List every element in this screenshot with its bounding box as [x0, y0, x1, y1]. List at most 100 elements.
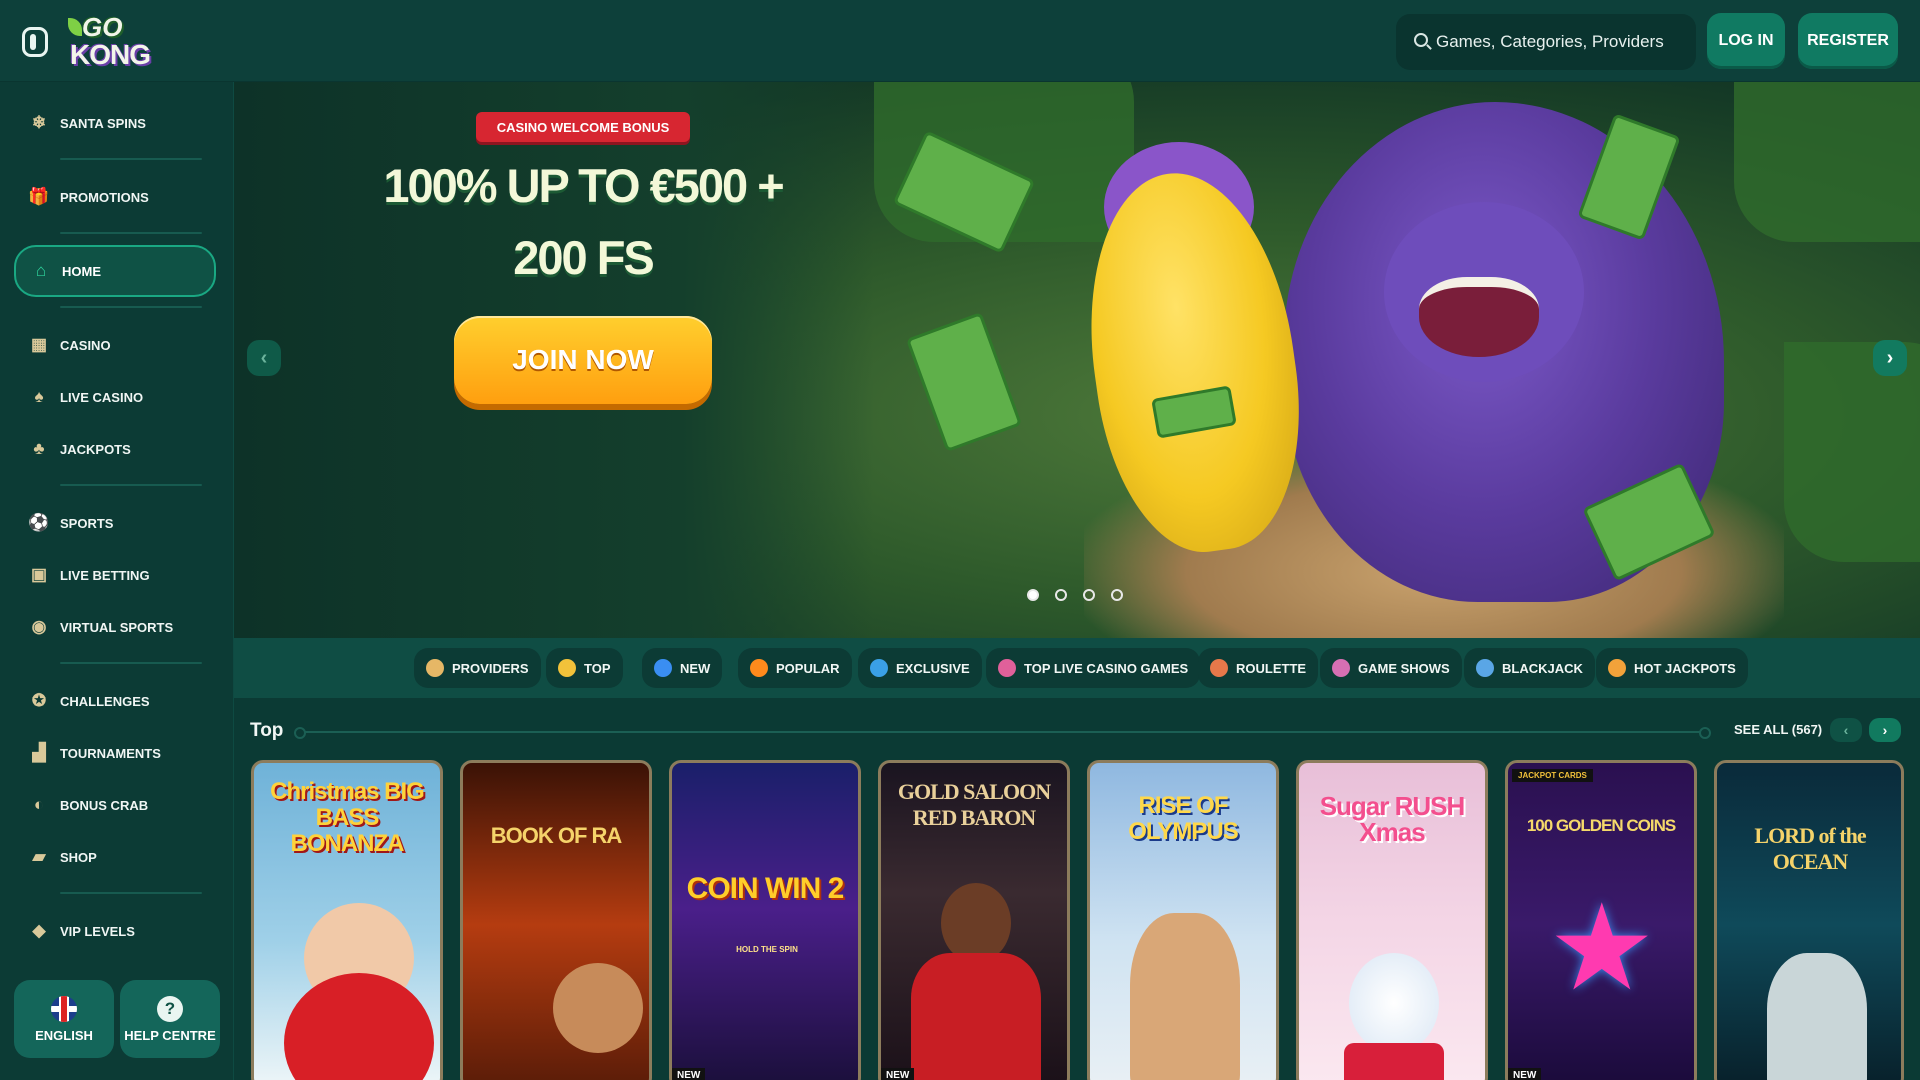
hero-prev-arrow-icon[interactable]: ‹ [247, 340, 281, 376]
bag-icon: ▰ [32, 847, 46, 866]
search-icon [1414, 33, 1428, 47]
category-label: PROVIDERS [452, 660, 529, 676]
jungle-leaf [1734, 82, 1920, 242]
category-label: ROULETTE [1236, 660, 1307, 676]
game-title: BOOK OF RA [490, 823, 623, 848]
game-card-lord-of-the-ocean[interactable]: LORD of the OCEAN [1714, 760, 1904, 1080]
zeus-character [1130, 913, 1240, 1080]
logo-text-bottom: KONG [70, 39, 151, 70]
category-new[interactable]: NEW [642, 648, 723, 688]
category-top[interactable]: TOP [546, 648, 623, 688]
sidebar-item-label: SANTA SPINS [60, 115, 146, 131]
sidebar-item-santa-spins[interactable]: ❄ SANTA SPINS [14, 101, 216, 145]
category-label: TOP [584, 660, 611, 676]
sidebar-item-label: JACKPOTS [60, 441, 131, 457]
gorilla-mouth [1419, 277, 1539, 357]
category-hot-jackpots[interactable]: HOT JACKPOTS [1596, 648, 1748, 688]
hero-next-arrow-icon[interactable]: › [1873, 340, 1907, 376]
live-icon: ▣ [30, 565, 48, 584]
sidebar-item-live-betting[interactable]: ▣ LIVE BETTING [14, 553, 216, 597]
sidebar-toggle-icon[interactable] [22, 27, 48, 57]
sidebar-item-home[interactable]: ⌂ HOME [14, 245, 216, 297]
new-badge: NEW [881, 1068, 915, 1080]
money-bill [905, 311, 1023, 453]
game-card-coin-win-2[interactable]: COIN WIN 2 HOLD THE SPIN NEW [669, 760, 861, 1080]
sidebar-item-casino[interactable]: ▦ CASINO [14, 323, 216, 367]
category-exclusive[interactable]: EXCLUSIVE [858, 648, 982, 688]
top-header: GO KONG LOG IN REGISTER [0, 0, 1920, 82]
sidebar-divider [60, 158, 202, 160]
category-label: NEW [680, 660, 711, 676]
sidebar-item-challenges[interactable]: ✪ CHALLENGES [14, 679, 216, 723]
language-selector-button[interactable]: ENGLISH [14, 980, 114, 1058]
search-box[interactable] [1396, 14, 1696, 70]
sidebar-item-virtual-sports[interactable]: ◉ VIRTUAL SPORTS [14, 605, 216, 649]
category-game-shows[interactable]: GAME SHOWS [1320, 648, 1462, 688]
sidebar: ❄ SANTA SPINS 🎁 PROMOTIONS ⌂ HOME ▦ CASINO ♠… [0, 82, 234, 1080]
sidebar-item-label: SHOP [60, 849, 97, 865]
category-blackjack[interactable]: BLACKJACK [1464, 648, 1595, 688]
help-centre-button[interactable]: ? HELP CENTRE [120, 980, 220, 1058]
game-card-sugar-rush-xmas[interactable]: Sugar RUSH Xmas [1296, 760, 1488, 1080]
virtual-icon: ◉ [31, 617, 47, 636]
sidebar-item-tournaments[interactable]: ▟ TOURNAMENTS [14, 731, 216, 775]
game-title: Sugar RUSH Xmas [1319, 791, 1466, 847]
scroll-icon [426, 659, 444, 677]
slide-dot[interactable] [1111, 589, 1123, 601]
question-icon: ? [157, 995, 183, 1022]
hero-title: 100% UP TO €500 + 200 FS [383, 159, 784, 284]
sidebar-item-label: PROMOTIONS [60, 189, 149, 205]
sidebar-item-promotions[interactable]: 🎁 PROMOTIONS [14, 175, 216, 219]
sidebar-item-sports[interactable]: ⚽ SPORTS [14, 501, 216, 545]
game-card-100-golden-coins[interactable]: JACKPOT CARDS 100 GOLDEN COINS ★ NEW [1505, 760, 1697, 1080]
pot-icon [1608, 659, 1626, 677]
game-title: COIN WIN 2 [686, 872, 845, 905]
snowflake-icon: ❄ [31, 113, 47, 132]
see-all-link[interactable]: SEE ALL (567) [1734, 722, 1822, 737]
sidebar-item-jackpots[interactable]: ♣ JACKPOTS [14, 427, 216, 471]
explorer-character [553, 963, 643, 1053]
sidebar-item-shop[interactable]: ▰ SHOP [14, 835, 216, 879]
register-button[interactable]: REGISTER [1798, 13, 1898, 69]
welcome-bonus-tag: CASINO WELCOME BONUS [476, 112, 690, 142]
sidebar-item-label: CHALLENGES [60, 693, 150, 709]
sidebar-item-label: CASINO [60, 337, 111, 353]
sidebar-divider [60, 306, 202, 308]
sidebar-item-label: VIRTUAL SPORTS [60, 619, 174, 635]
category-popular[interactable]: POPULAR [738, 648, 852, 688]
category-top-live-casino[interactable]: TOP LIVE CASINO GAMES [986, 648, 1201, 688]
category-providers[interactable]: PROVIDERS [414, 648, 541, 688]
category-roulette[interactable]: ROULETTE [1198, 648, 1319, 688]
search-input[interactable] [1436, 14, 1686, 70]
jackpot-cards-badge: JACKPOT CARDS [1512, 769, 1593, 782]
gift-icon: 🎁 [28, 187, 50, 206]
uk-flag-icon [51, 995, 77, 1022]
sidebar-item-live-casino[interactable]: ♠ LIVE CASINO [14, 375, 216, 419]
sidebar-divider [60, 662, 202, 664]
gumball-base [1344, 1043, 1444, 1080]
slide-dot[interactable] [1027, 589, 1039, 601]
category-bar: PROVIDERS TOP NEW POPULAR EXCLUSIVE TOP … [234, 638, 1920, 698]
sidebar-item-label: VIP LEVELS [60, 923, 135, 939]
games-next-arrow-icon[interactable]: › [1869, 718, 1901, 742]
logo-leaf-icon [68, 18, 82, 36]
sidebar-item-vip-levels[interactable]: ◆ VIP LEVELS [14, 909, 216, 953]
games-prev-arrow-icon[interactable]: ‹ [1830, 718, 1862, 742]
dealer-face [941, 883, 1011, 963]
gokong-logo[interactable]: GO KONG [68, 12, 151, 70]
sidebar-item-label: BONUS CRAB [60, 797, 149, 813]
dealer-uniform [911, 953, 1041, 1080]
game-card-big-bass[interactable]: Christmas BIG BASS BONANZA [251, 760, 443, 1080]
gem-icon [870, 659, 888, 677]
join-now-button[interactable]: JOIN NOW [454, 316, 712, 404]
gumball-machine [1349, 953, 1439, 1053]
slide-dot[interactable] [1083, 589, 1095, 601]
language-label: ENGLISH [35, 1027, 93, 1043]
slide-dot[interactable] [1055, 589, 1067, 601]
login-button[interactable]: LOG IN [1707, 13, 1785, 69]
game-card-gold-saloon[interactable]: GOLD SALOON RED BARON NEW [878, 760, 1070, 1080]
sidebar-item-bonus-crab[interactable]: ◐ BONUS CRAB [14, 783, 216, 827]
game-card-rise-of-olympus[interactable]: RISE OF OLYMPUS [1087, 760, 1279, 1080]
section-title: Top [250, 720, 284, 741]
game-card-book-of-ra[interactable]: BOOK OF RA [460, 760, 652, 1080]
